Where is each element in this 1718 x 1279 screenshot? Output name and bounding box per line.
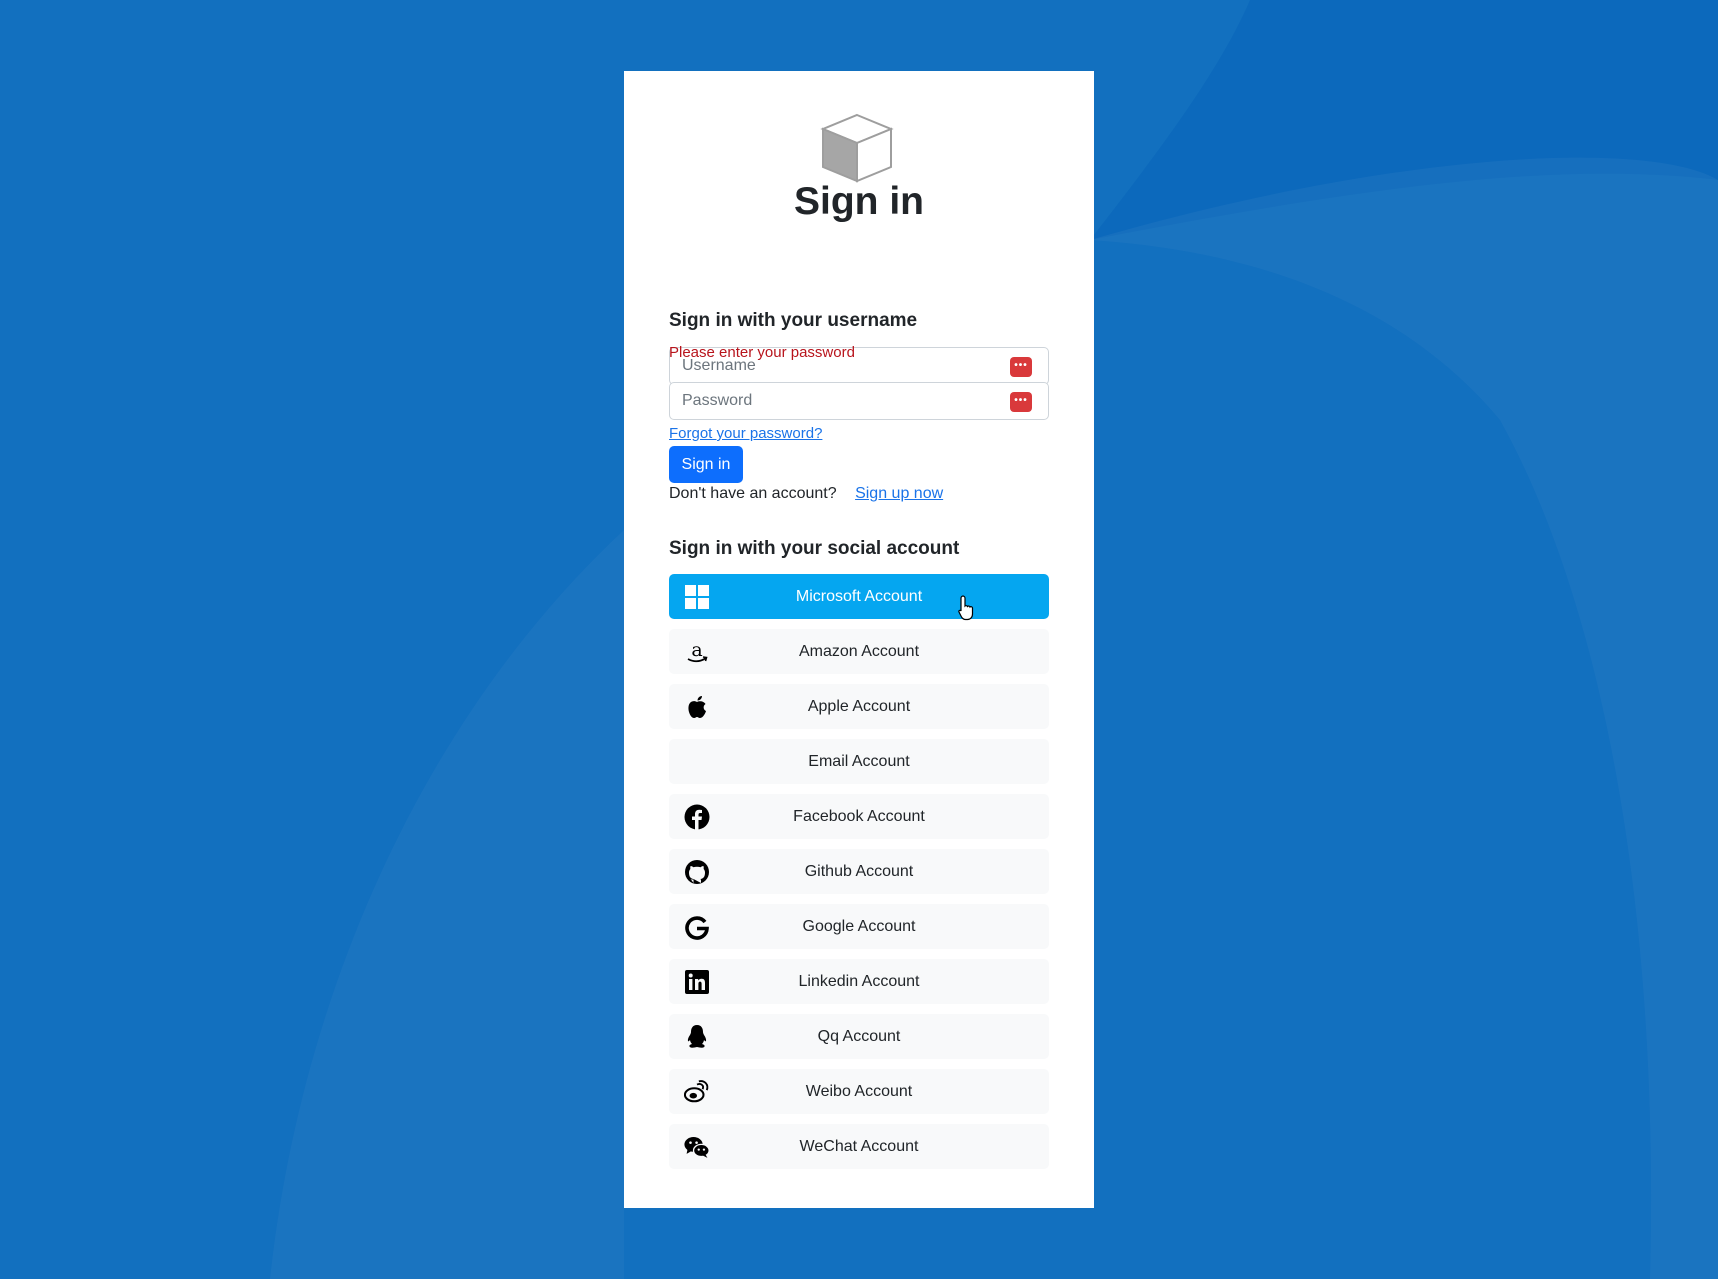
github-icon xyxy=(684,859,710,885)
sign-in-button[interactable]: Sign in xyxy=(669,446,743,483)
wechat-account-button[interactable]: WeChat Account xyxy=(669,1124,1049,1169)
provider-label: WeChat Account xyxy=(799,1137,919,1155)
github-account-button[interactable]: Github Account xyxy=(669,849,1049,894)
windows-icon xyxy=(684,584,710,610)
facebook-account-button[interactable]: Facebook Account xyxy=(669,794,1049,839)
microsoft-account-button[interactable]: Microsoft Account xyxy=(669,574,1049,619)
social-account-heading: Sign in with your social account xyxy=(669,538,960,559)
password-input[interactable] xyxy=(670,383,1014,419)
password-error: Please enter your password xyxy=(669,344,855,361)
provider-label: Google Account xyxy=(802,917,916,935)
qq-icon xyxy=(684,1024,710,1050)
provider-label: Amazon Account xyxy=(798,642,920,660)
qq-account-button[interactable]: Qq Account xyxy=(669,1014,1049,1059)
social-providers-list: Microsoft Account a Amazon Account Apple… xyxy=(669,574,1049,1179)
weibo-icon xyxy=(684,1079,710,1105)
linkedin-icon xyxy=(684,969,710,995)
provider-label: Linkedin Account xyxy=(798,972,920,990)
google-icon xyxy=(684,914,710,940)
provider-label: Microsoft Account xyxy=(795,587,923,605)
provider-label: Weibo Account xyxy=(805,1082,913,1100)
signup-row: Don't have an account? Sign up now xyxy=(669,485,943,503)
amazon-account-button[interactable]: a Amazon Account xyxy=(669,629,1049,674)
email-account-button[interactable]: Email Account xyxy=(669,739,1049,784)
linkedin-account-button[interactable]: Linkedin Account xyxy=(669,959,1049,1004)
svg-text:a: a xyxy=(691,639,702,661)
apple-account-button[interactable]: Apple Account xyxy=(669,684,1049,729)
no-account-text: Don't have an account? xyxy=(669,485,837,502)
local-account-heading: Sign in with your username xyxy=(669,310,918,331)
provider-label: Github Account xyxy=(804,862,914,880)
weibo-account-button[interactable]: Weibo Account xyxy=(669,1069,1049,1114)
apple-icon xyxy=(684,694,710,720)
provider-label: Apple Account xyxy=(807,697,911,715)
provider-label: Facebook Account xyxy=(793,807,925,825)
password-manager-icon[interactable]: ••• xyxy=(1010,392,1032,412)
forgot-password-link[interactable]: Forgot your password? xyxy=(669,425,822,442)
wechat-icon xyxy=(684,1134,710,1160)
signin-card: Sign in Sign in with your username ••• P… xyxy=(624,71,1094,1208)
facebook-icon xyxy=(684,804,710,830)
google-account-button[interactable]: Google Account xyxy=(669,904,1049,949)
signup-link[interactable]: Sign up now xyxy=(855,485,943,502)
page-title: Sign in xyxy=(794,180,924,223)
cube-icon xyxy=(820,113,894,183)
password-manager-icon[interactable]: ••• xyxy=(1010,357,1032,377)
provider-label: Email Account xyxy=(808,752,910,770)
amazon-icon: a xyxy=(684,639,710,665)
password-field[interactable]: ••• xyxy=(669,382,1049,420)
provider-label: Qq Account xyxy=(817,1027,901,1045)
mouse-cursor-icon xyxy=(958,595,974,621)
